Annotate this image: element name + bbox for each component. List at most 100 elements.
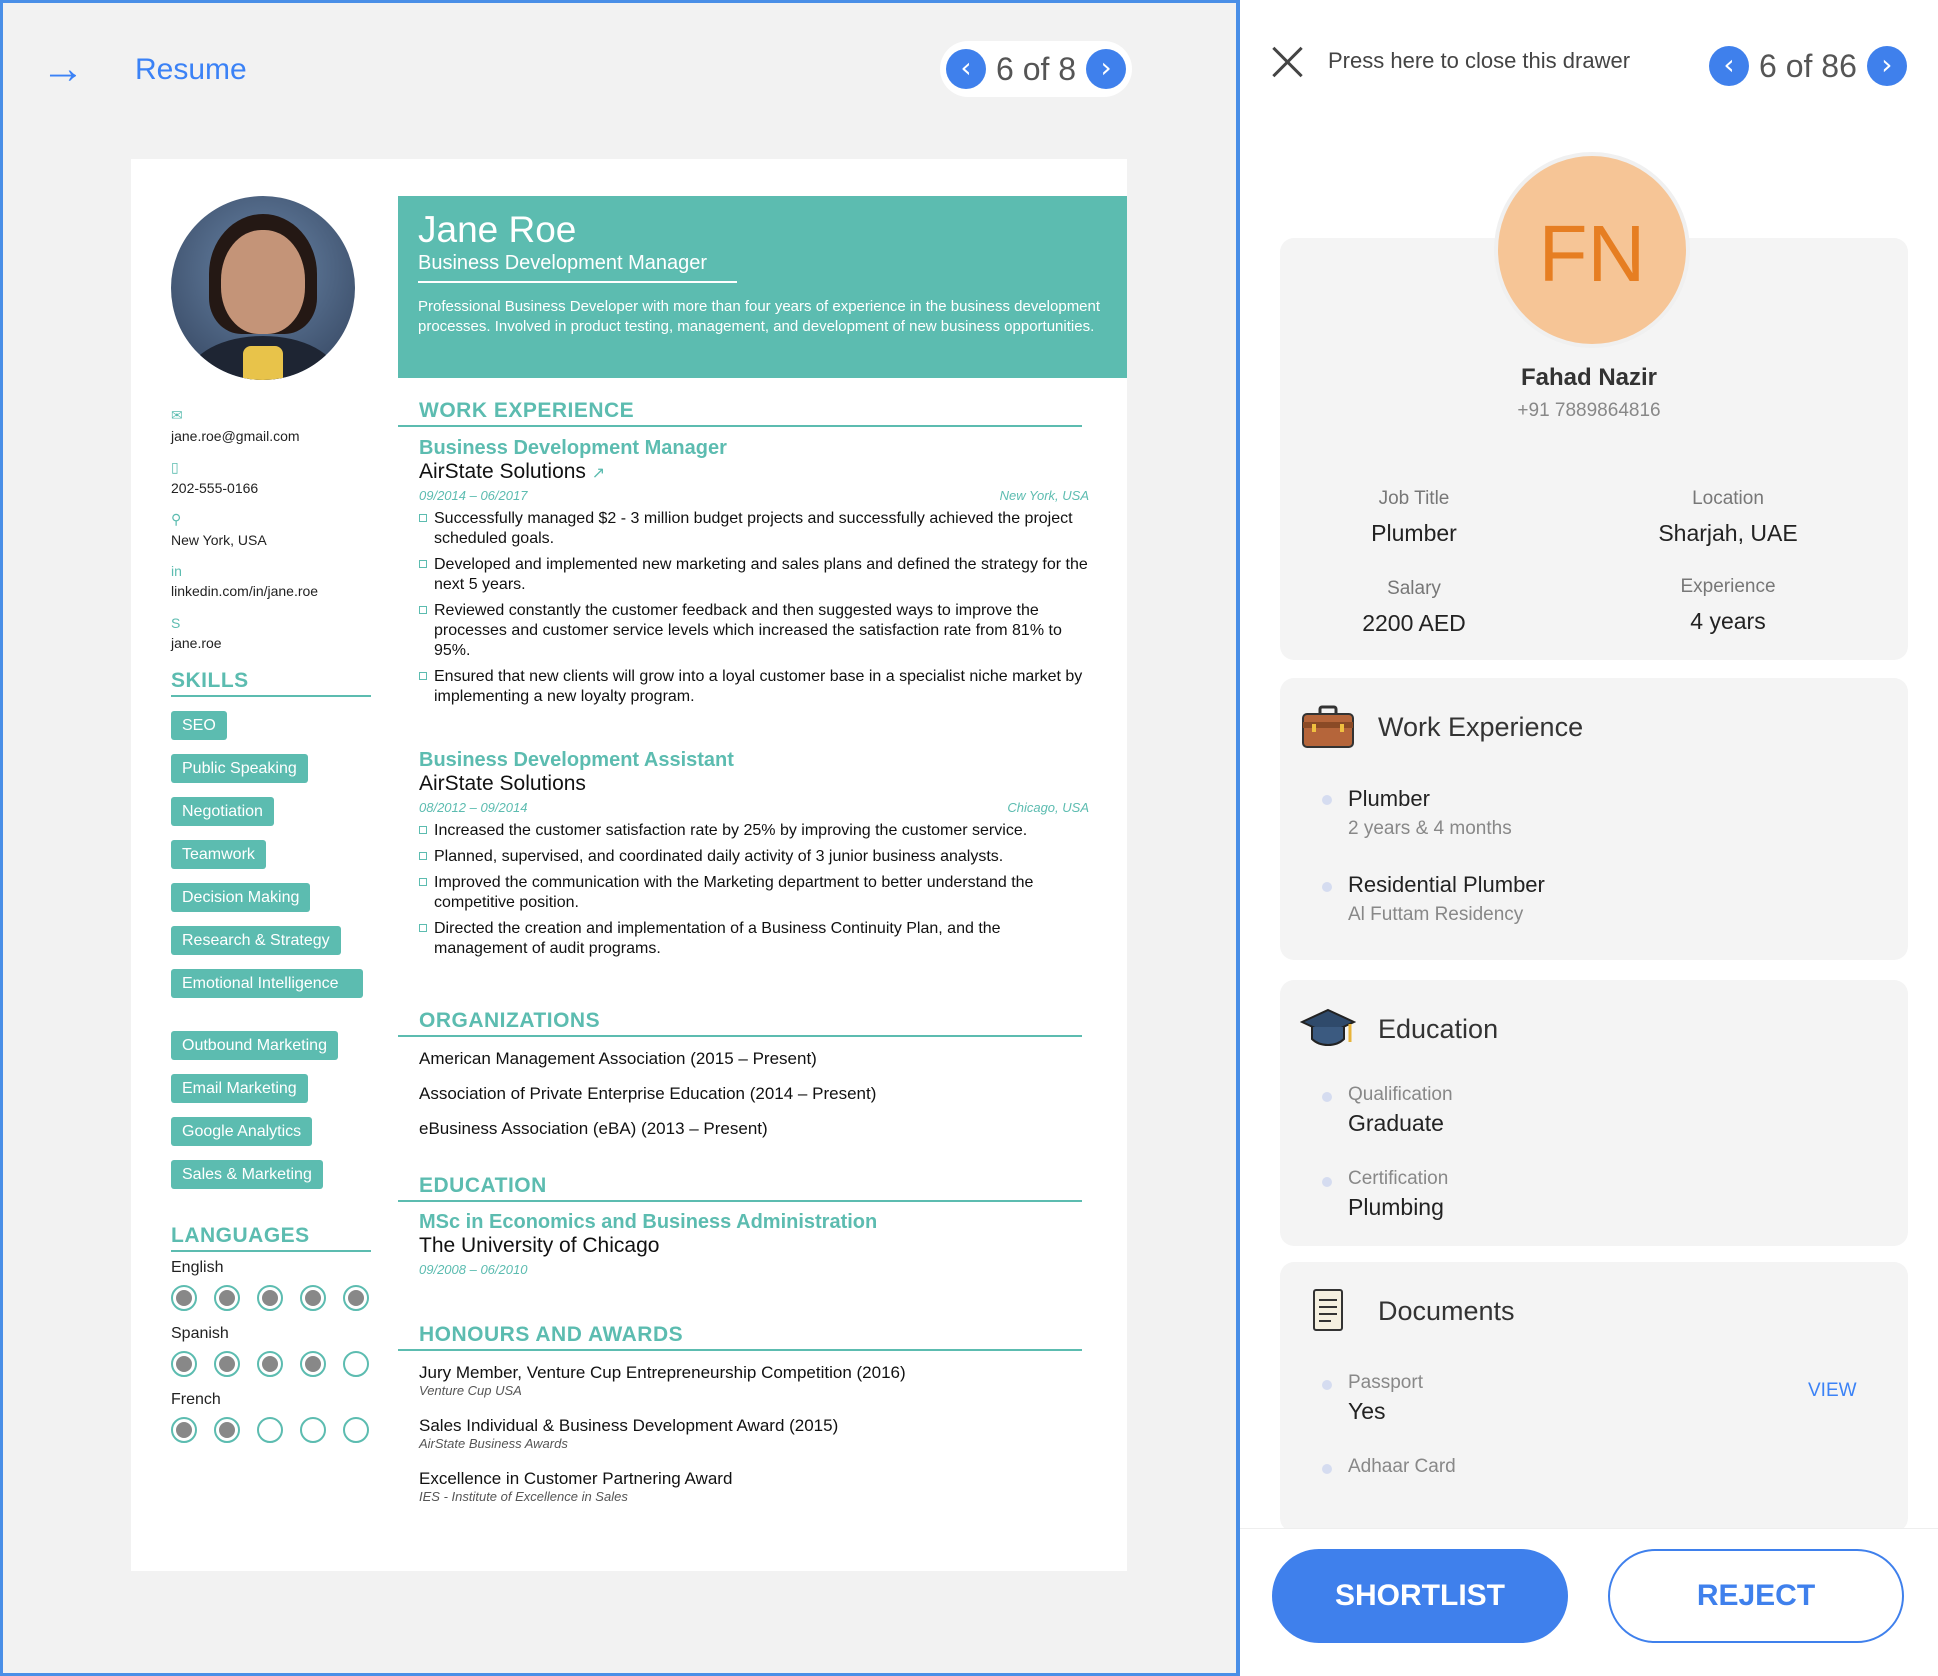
level-dot bbox=[214, 1417, 240, 1443]
education-item: Certification Plumbing bbox=[1348, 1168, 1449, 1220]
drawer-footer: SHORTLIST REJECT bbox=[1240, 1528, 1938, 1676]
skype-icon: S bbox=[171, 615, 181, 631]
award-org: Venture Cup USA bbox=[419, 1383, 522, 1398]
language-name: French bbox=[171, 1391, 221, 1408]
job-bullet: Reviewed constantly the customer feedbac… bbox=[419, 601, 1089, 661]
organizations-heading: ORGANIZATIONS bbox=[398, 1009, 1082, 1037]
bullet-dot bbox=[1322, 1092, 1332, 1102]
bullet-dot bbox=[1322, 1177, 1332, 1187]
job-bullet: Increased the customer satisfaction rate… bbox=[419, 821, 1089, 841]
resume-panel: → Resume ‹ 6 of 8 › ✉ jane.roe@gmail.com ▯… bbox=[0, 0, 1240, 1676]
work-item: Plumber 2 years & 4 months bbox=[1348, 786, 1512, 839]
document-item: Passport Yes bbox=[1348, 1372, 1423, 1424]
work-experience-title: Work Experience bbox=[1378, 712, 1584, 742]
level-dot bbox=[257, 1285, 283, 1311]
bullet-dot bbox=[1322, 1464, 1332, 1474]
external-link-icon[interactable]: ↗ bbox=[592, 465, 605, 482]
phone-icon: ▯ bbox=[171, 459, 179, 475]
candidate-pager-text: 6 of 86 bbox=[1759, 47, 1857, 84]
job-bullet: Planned, supervised, and coordinated dai… bbox=[419, 847, 1089, 867]
job-role: Business Development Manager bbox=[419, 437, 727, 459]
award-org: AirState Business Awards bbox=[419, 1436, 568, 1451]
contact-item: ⚲ New York, USA bbox=[171, 511, 267, 548]
level-dot bbox=[257, 1351, 283, 1377]
level-dot bbox=[300, 1351, 326, 1377]
email-icon: ✉ bbox=[171, 407, 183, 423]
organization-item: Association of Private Enterprise Educat… bbox=[419, 1084, 877, 1103]
job-bullet: Improved the communication with the Mark… bbox=[419, 873, 1089, 913]
level-dot bbox=[171, 1285, 197, 1311]
skill-tag: Emotional Intelligence bbox=[171, 969, 363, 998]
profile-photo bbox=[171, 196, 355, 380]
level-dot bbox=[257, 1417, 283, 1443]
award-org: IES - Institute of Excellence in Sales bbox=[419, 1489, 628, 1504]
job-bullet: Ensured that new clients will grow into … bbox=[419, 667, 1089, 707]
resume-panel-title: Resume bbox=[135, 53, 247, 86]
language-level bbox=[171, 1417, 369, 1443]
candidate-phone: +91 7889864816 bbox=[1517, 400, 1661, 421]
next-resume-button[interactable]: › bbox=[1086, 49, 1127, 89]
language-name: Spanish bbox=[171, 1325, 229, 1342]
next-candidate-button[interactable]: › bbox=[1866, 46, 1907, 86]
candidate-drawer: Press here to close this drawer ‹ 6 of 8… bbox=[1240, 0, 1938, 1676]
skill-tag: Email Marketing bbox=[171, 1074, 308, 1103]
job-role: Business Development Assistant bbox=[419, 749, 734, 771]
location-icon: ⚲ bbox=[171, 511, 182, 527]
work-item: Residential Plumber Al Futtam Residency bbox=[1348, 872, 1545, 925]
level-dot bbox=[300, 1285, 326, 1311]
linkedin-icon: in bbox=[171, 563, 182, 579]
job-title-field: Job Title Plumber bbox=[1371, 488, 1457, 546]
shortlist-button[interactable]: SHORTLIST bbox=[1272, 1549, 1568, 1643]
close-icon[interactable] bbox=[1270, 44, 1306, 80]
contact-item: ✉ jane.roe@gmail.com bbox=[171, 407, 300, 444]
skill-tag: Teamwork bbox=[171, 840, 266, 869]
contact-item: in linkedin.com/in/jane.roe bbox=[171, 563, 318, 599]
skill-tag: Decision Making bbox=[171, 883, 311, 912]
awards-heading: HONOURS AND AWARDS bbox=[398, 1323, 1082, 1351]
prev-resume-button[interactable]: ‹ bbox=[946, 49, 986, 89]
job-bullet: Successfully managed $2 - 3 million budg… bbox=[419, 509, 1089, 549]
education-item: Qualification Graduate bbox=[1348, 1084, 1453, 1136]
work-experience-heading: WORK EXPERIENCE bbox=[398, 399, 1082, 427]
skill-tag: Research & Strategy bbox=[171, 926, 341, 955]
job-entry: Business Development Manager AirState So… bbox=[419, 437, 1089, 707]
candidate-name: Fahad Nazir bbox=[1520, 364, 1658, 391]
job-entry: Business Development Assistant AirState … bbox=[419, 749, 1089, 959]
language-level bbox=[171, 1285, 369, 1311]
documents-title: Documents bbox=[1378, 1296, 1515, 1326]
view-passport-link[interactable]: VIEW bbox=[1808, 1380, 1857, 1402]
collapse-arrow-icon[interactable]: → bbox=[41, 47, 89, 95]
salary-field: Salary 2200 AED bbox=[1362, 578, 1466, 636]
level-dot bbox=[300, 1417, 326, 1443]
resume-title: Business Development Manager bbox=[418, 252, 738, 283]
contact-item: Sjane.roe bbox=[171, 615, 222, 651]
award-title: Jury Member, Venture Cup Entrepreneurshi… bbox=[419, 1363, 906, 1382]
resume-document: ✉ jane.roe@gmail.com ▯ 202-555-0166 ⚲ New Yor… bbox=[131, 159, 1127, 1571]
organization-item: eBusiness Association (eBA) (2013 – Pres… bbox=[419, 1119, 768, 1138]
job-company: AirState Solutions ↗ bbox=[419, 460, 606, 483]
level-dot bbox=[214, 1285, 240, 1311]
level-dot bbox=[343, 1285, 369, 1311]
awards-list: Jury Member, Venture Cup Entrepreneurshi… bbox=[419, 1355, 1089, 1504]
bullet-dot bbox=[1322, 795, 1332, 805]
close-drawer-link[interactable]: Press here to close this drawer bbox=[1328, 48, 1630, 74]
resume-pager: ‹ 6 of 8 › bbox=[940, 41, 1133, 97]
skills-heading: SKILLS bbox=[171, 669, 371, 697]
job-bullet: Developed and implemented new marketing … bbox=[419, 555, 1089, 595]
resume-header-banner: Jane Roe Business Development Manager Pr… bbox=[398, 196, 1127, 378]
bullet-dot bbox=[1322, 882, 1332, 892]
school: The University of Chicago bbox=[419, 1234, 660, 1257]
reject-button[interactable]: REJECT bbox=[1608, 1549, 1904, 1643]
organizations-list: American Management Association (2015 – … bbox=[419, 1049, 1089, 1154]
language-name: English bbox=[171, 1259, 224, 1276]
bullet-dot bbox=[1322, 1380, 1332, 1390]
resume-name: Jane Roe bbox=[418, 209, 577, 250]
organization-item: American Management Association (2015 – … bbox=[419, 1049, 817, 1068]
skill-tag: SEO bbox=[171, 711, 227, 740]
resume-summary: Professional Business Developer with mor… bbox=[418, 298, 1101, 335]
resume-pager-text: 6 of 8 bbox=[996, 50, 1077, 87]
prev-candidate-button[interactable]: ‹ bbox=[1709, 46, 1749, 86]
language-level bbox=[171, 1351, 369, 1377]
level-dot bbox=[214, 1351, 240, 1377]
location-field: Location Sharjah, UAE bbox=[1658, 488, 1798, 546]
